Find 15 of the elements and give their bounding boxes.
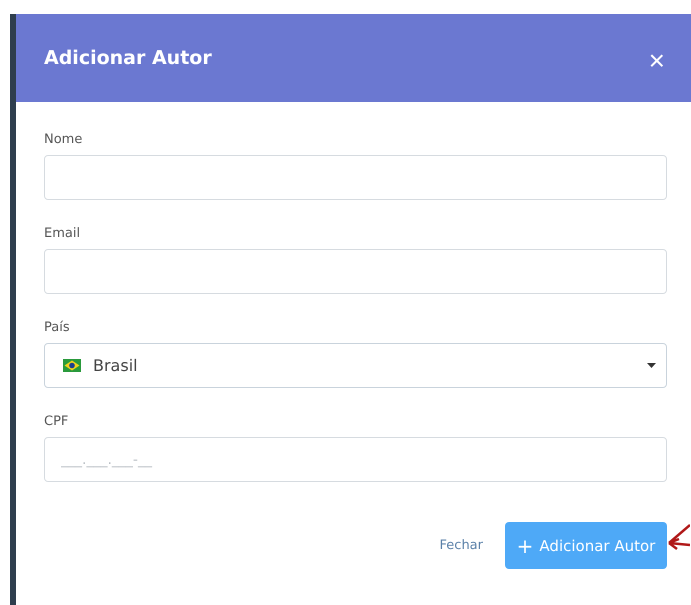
select-value: Brasil [93, 356, 139, 375]
dialog-title: Adicionar Autor [44, 47, 212, 69]
flag-icon [63, 359, 81, 372]
caret-icon [647, 363, 656, 368]
input-field[interactable] [44, 249, 667, 294]
field-label: Nome [44, 132, 84, 147]
close-button[interactable]: × [648, 47, 665, 75]
field-label: País [44, 320, 71, 335]
add-author-button[interactable]: + Adicionar Autor [505, 522, 667, 569]
field-label: Email [44, 226, 82, 241]
input-field[interactable] [44, 155, 667, 200]
field-label: CPF [44, 414, 70, 429]
input-field[interactable]: ___.___.___-__ [44, 437, 667, 482]
country-select[interactable]: Brasil [44, 343, 667, 388]
close-link[interactable]: Fechar [440, 538, 483, 553]
